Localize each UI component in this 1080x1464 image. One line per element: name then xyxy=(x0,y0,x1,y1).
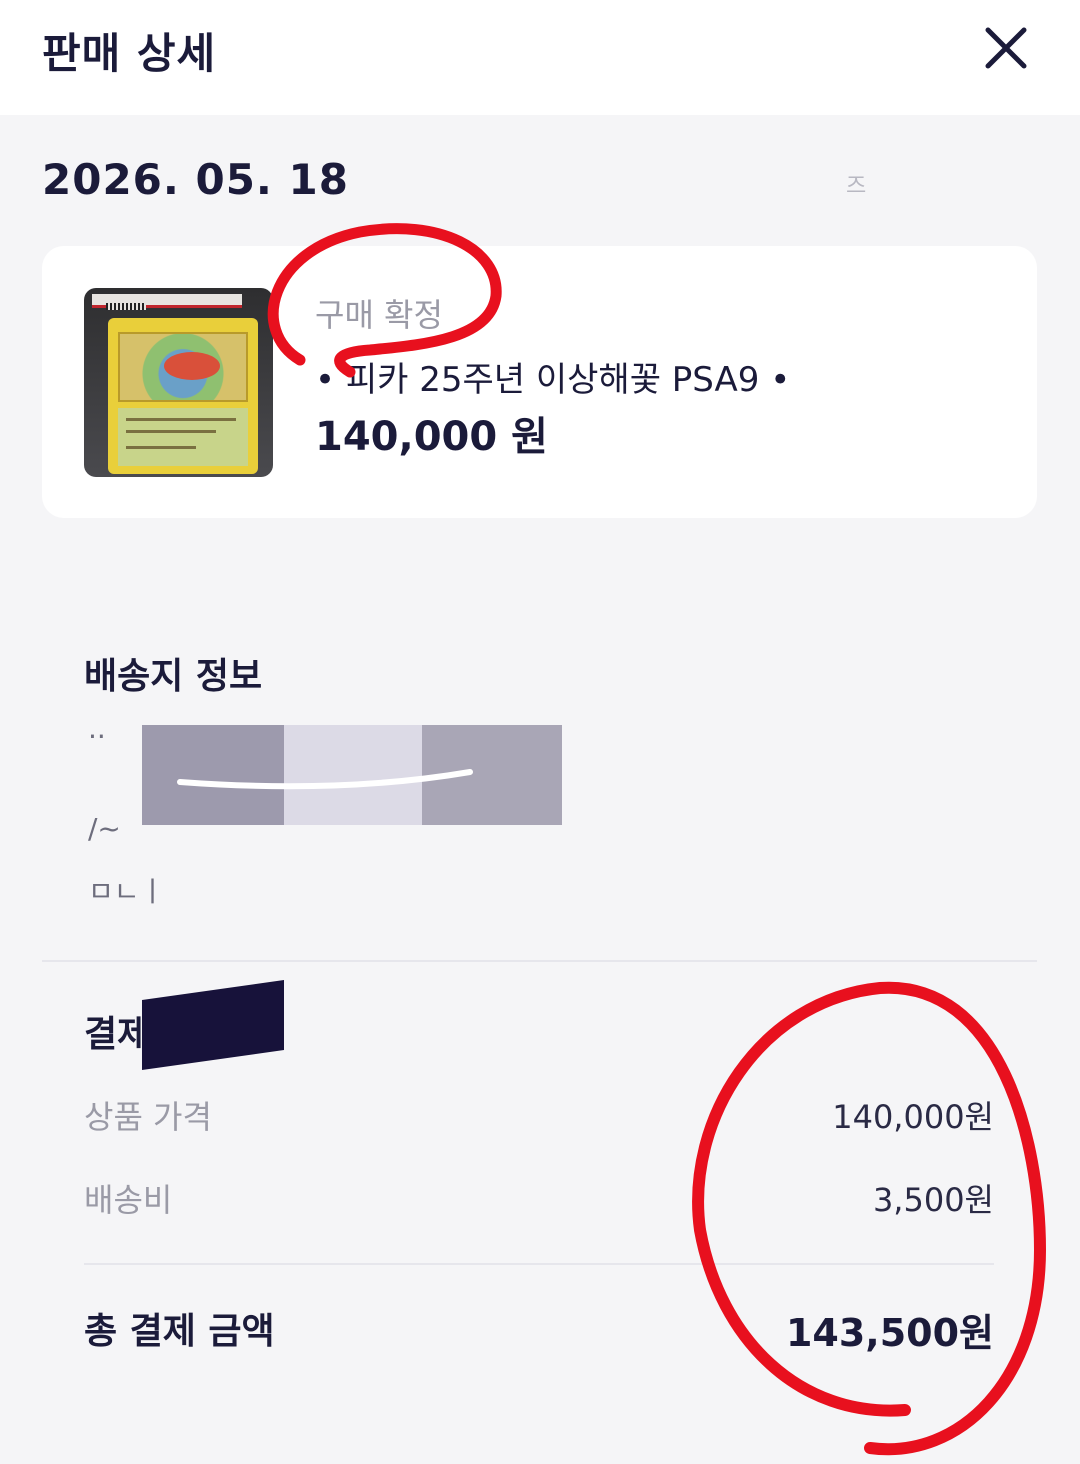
close-icon xyxy=(985,27,1027,69)
payment-section-title: 결제 xyxy=(84,1014,151,1055)
card-text-line xyxy=(126,446,196,449)
total-amount-label: 총 결제 금액 xyxy=(84,1311,275,1352)
shipping-fee-label: 배송비 xyxy=(84,1181,173,1219)
shipping-faint-text: ·· xyxy=(88,720,106,753)
total-divider xyxy=(84,1263,994,1265)
shipping-fee-value: 3,500원 xyxy=(872,1181,994,1219)
card-text-box xyxy=(118,408,248,466)
close-button[interactable] xyxy=(980,22,1032,74)
header-bar: 판매 상세 xyxy=(0,0,1080,115)
card-text-line xyxy=(126,418,236,421)
order-status: 구매 확정 xyxy=(315,296,443,334)
product-price: 140,000 원 xyxy=(315,414,548,460)
flower-icon xyxy=(164,352,220,380)
barcode-icon xyxy=(106,303,146,310)
item-price-label: 상품 가격 xyxy=(84,1098,212,1136)
shipping-faint-text: ㅁㄴㅣ xyxy=(88,875,166,908)
product-title: • 피카 25주년 이상해꽃 PSA9 • xyxy=(315,360,791,400)
card-text-line xyxy=(126,430,216,433)
item-price-value: 140,000원 xyxy=(832,1098,994,1136)
redaction-block xyxy=(142,980,284,1070)
section-divider xyxy=(42,960,1037,962)
card-art xyxy=(118,332,248,402)
product-card[interactable]: 구매 확정 • 피카 25주년 이상해꽃 PSA9 • 140,000 원 xyxy=(42,246,1037,518)
pokemon-card-icon xyxy=(108,318,258,474)
product-thumbnail xyxy=(84,288,273,477)
redaction-scribble xyxy=(177,769,473,790)
sale-date: 2026. 05. 18 xyxy=(42,155,349,204)
total-amount-value: 143,500원 xyxy=(785,1311,994,1355)
slab-label xyxy=(92,294,242,310)
page-title: 판매 상세 xyxy=(42,29,217,78)
shipping-faint-text: /~ xyxy=(88,812,121,845)
date-faint-text: 즈 xyxy=(846,174,867,199)
sale-detail-page: 판매 상세 2026. 05. 18 즈 구매 확정 • 피카 25주년 이상해… xyxy=(0,0,1080,1464)
shipping-section-title: 배송지 정보 xyxy=(84,656,263,697)
